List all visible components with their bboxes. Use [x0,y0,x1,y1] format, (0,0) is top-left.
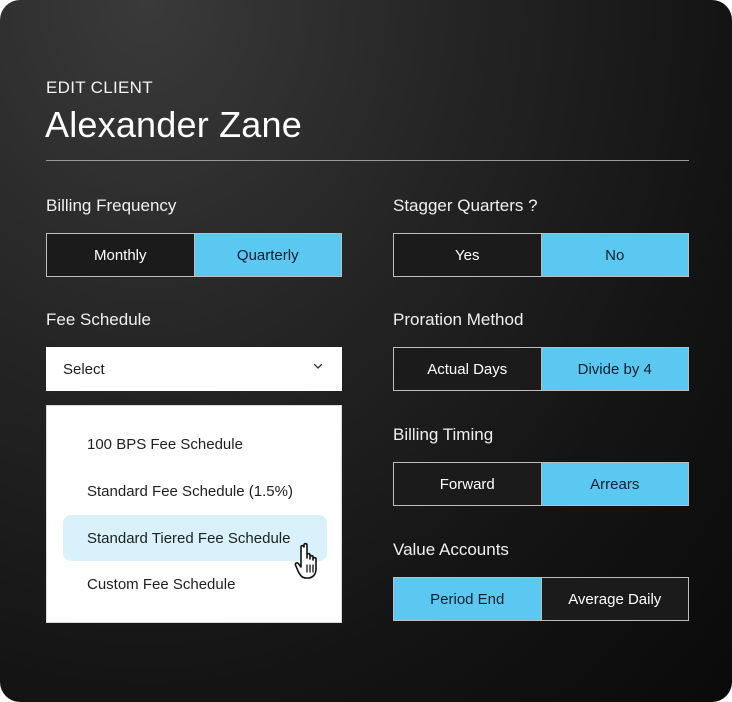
billing-timing-forward-option[interactable]: Forward [394,463,541,505]
proration-method-toggle: Actual Days Divide by 4 [393,347,689,391]
chevron-down-icon [313,363,323,369]
value-accounts-average-daily-option[interactable]: Average Daily [540,578,688,620]
billing-frequency-label: Billing Frequency [46,196,177,215]
fee-schedule-select[interactable]: Select [46,347,342,391]
fee-schedule-select-value: Select [63,360,105,378]
value-accounts-toggle: Period End Average Daily [393,577,689,621]
stagger-quarters-label: Stagger Quarters ? [393,196,538,215]
fee-schedule-dropdown-menu: 100 BPS Fee Schedule Standard Fee Schedu… [46,405,342,623]
billing-timing-toggle: Forward Arrears [393,462,689,506]
billing-timing-label: Billing Timing [393,425,494,444]
stagger-quarters-yes-option[interactable]: Yes [394,234,541,276]
header-divider [46,160,689,161]
value-accounts-period-end-option[interactable]: Period End [394,578,541,620]
billing-frequency-quarterly-option[interactable]: Quarterly [193,234,341,276]
value-accounts-label: Value Accounts [393,540,509,559]
fee-schedule-option-standard-tiered[interactable]: Standard Tiered Fee Schedule [63,515,327,561]
proration-actual-days-option[interactable]: Actual Days [394,348,541,390]
billing-timing-arrears-option[interactable]: Arrears [540,463,688,505]
fee-schedule-label: Fee Schedule [46,310,151,329]
billing-frequency-toggle: Monthly Quarterly [46,233,342,277]
client-name-title: Alexander Zane [45,104,302,145]
fee-schedule-option-standard[interactable]: Standard Fee Schedule (1.5%) [63,468,327,514]
proration-method-label: Proration Method [393,310,524,329]
stagger-quarters-toggle: Yes No [393,233,689,277]
hand-pointer-icon [294,542,317,579]
fee-schedule-option-custom[interactable]: Custom Fee Schedule [63,561,327,607]
edit-client-card: EDIT CLIENT Alexander Zane Billing Frequ… [0,0,732,702]
fee-schedule-option-100-bps[interactable]: 100 BPS Fee Schedule [63,421,327,467]
billing-frequency-monthly-option[interactable]: Monthly [47,234,194,276]
stagger-quarters-no-option[interactable]: No [540,234,688,276]
edit-client-eyebrow: EDIT CLIENT [46,78,153,97]
proration-divide-by-4-option[interactable]: Divide by 4 [540,348,688,390]
